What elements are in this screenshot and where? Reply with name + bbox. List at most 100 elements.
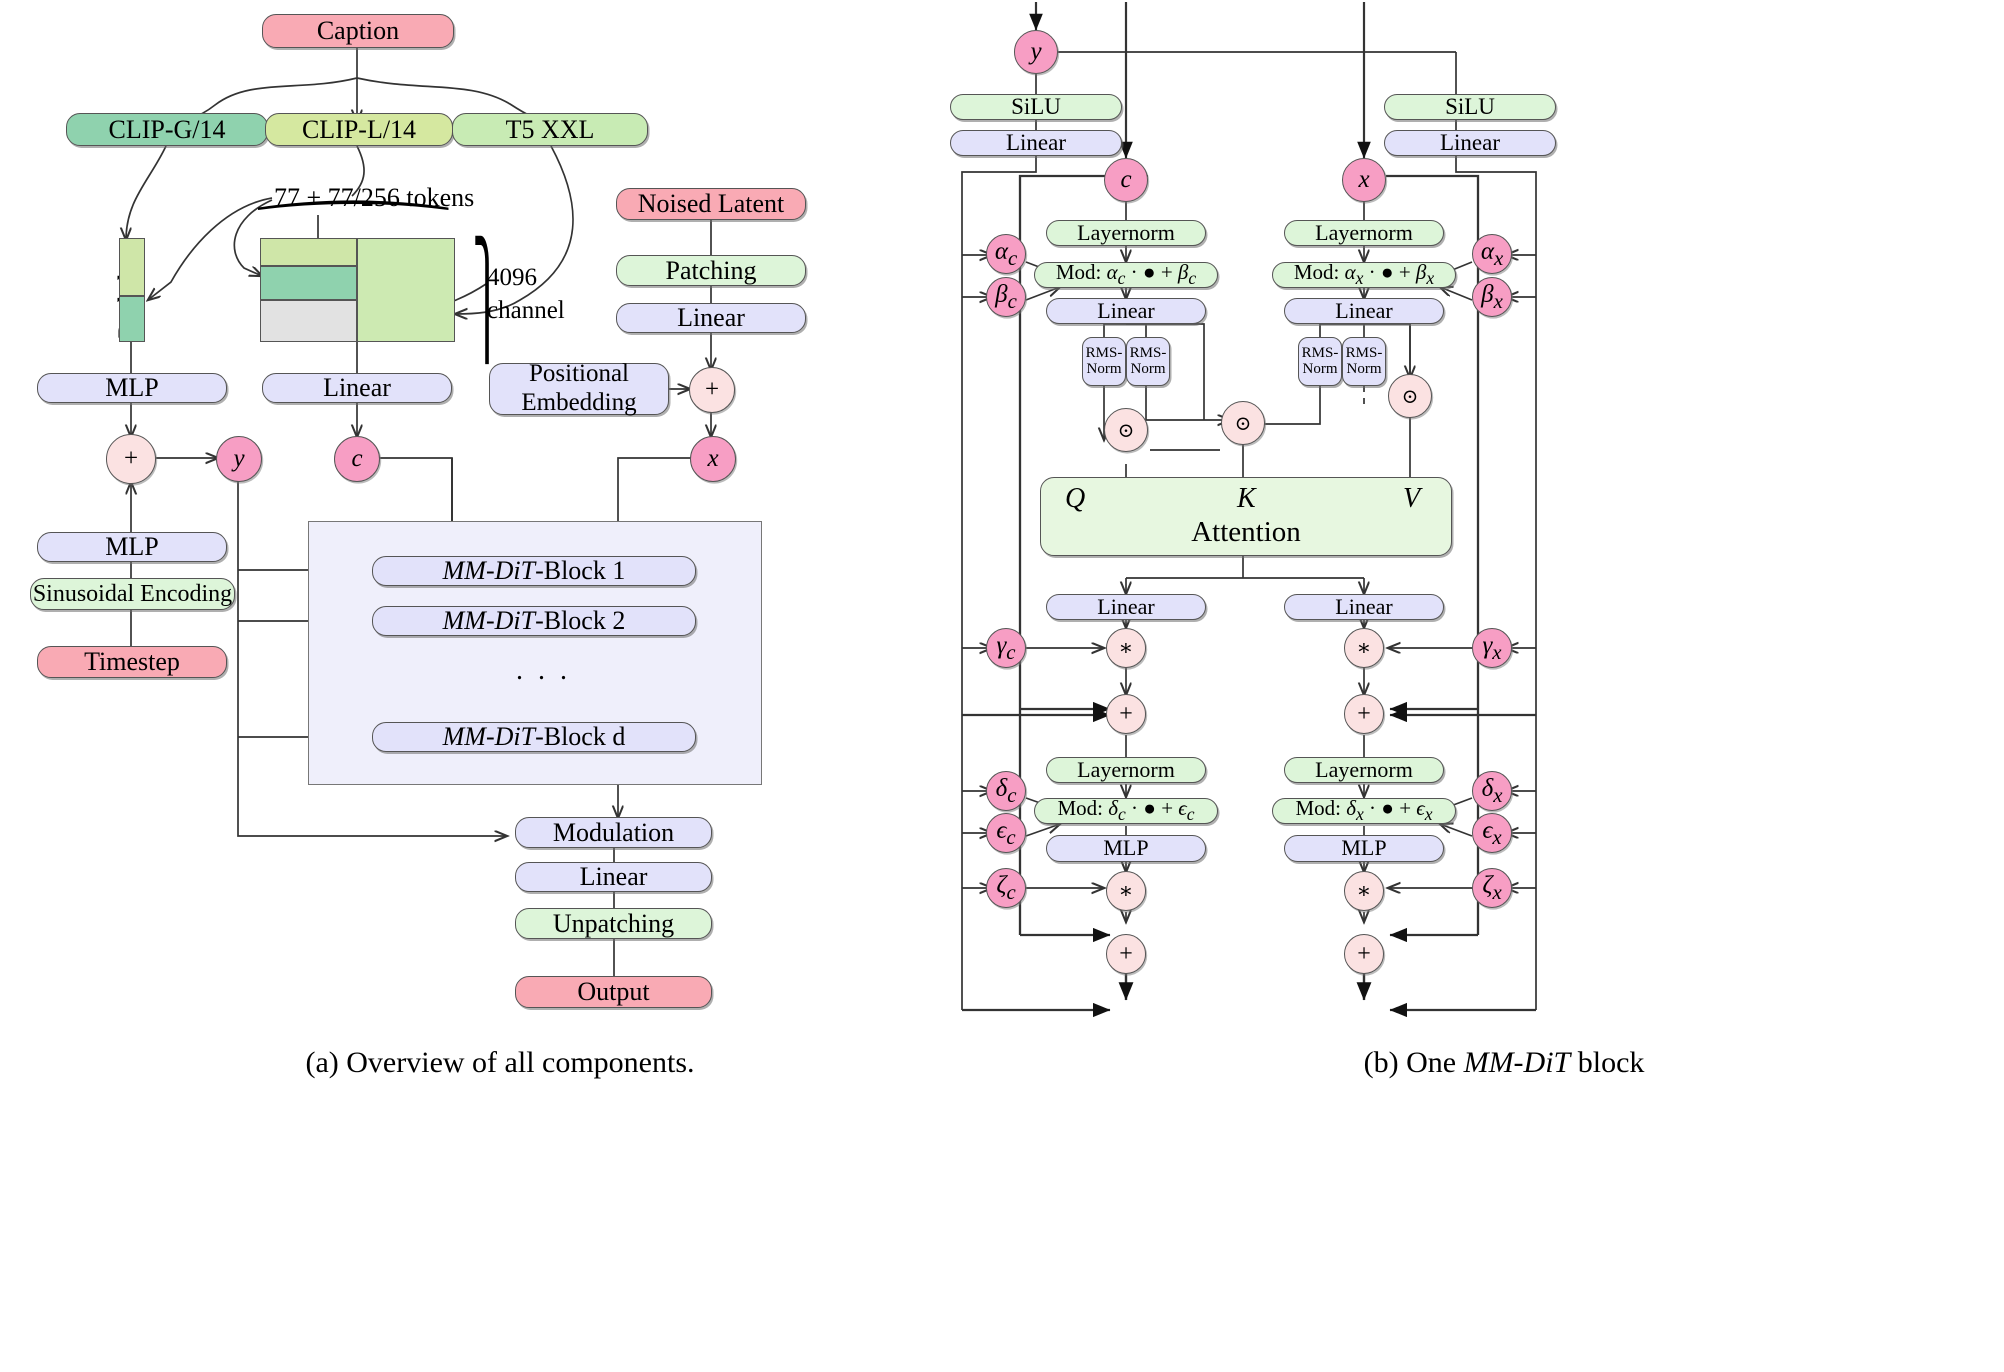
param-alpha-c-label: αc (994, 237, 1018, 270)
token-matrix-pad (260, 300, 357, 342)
param-gamma-c: γc (986, 628, 1026, 668)
param-alpha-x: αx (1472, 234, 1512, 274)
attention-v-label: V (1403, 483, 1421, 514)
param-zeta-c: ζc (986, 868, 1026, 908)
mod-1-right: Mod: αx · ● + βx (1272, 260, 1456, 289)
pooled-matrix-top (119, 238, 145, 296)
param-beta-c: βc (986, 277, 1026, 317)
rmsnorm-left-q: RMS- Norm (1082, 337, 1126, 386)
positional-embedding: Positional Embedding (489, 360, 669, 416)
mod-2-left-label: Mod: δc · ● + ϵc (1057, 796, 1195, 825)
param-alpha-c: αc (986, 234, 1026, 274)
y-node: y (216, 436, 262, 482)
mul-left-2: ∗ (1106, 871, 1146, 911)
silu-left: SiLU (950, 94, 1122, 120)
timestep: Timestep (37, 646, 227, 678)
encoder-clip-l-label: CLIP-L/14 (301, 114, 417, 144)
mlp-timestep: MLP (37, 532, 227, 562)
figure-root: Caption CLIP-G/14 CLIP-L/14 T5 XXL 77 + … (0, 0, 2004, 1372)
mlp-pooled: MLP (37, 373, 227, 403)
param-gamma-x: γx (1472, 628, 1512, 668)
param-zeta-x-label: ζx (1482, 871, 1502, 904)
mod-1-left: Mod: αc · ● + βc (1034, 260, 1218, 289)
layernorm-1-left: Layernorm (1046, 220, 1206, 246)
linear-mod-left: Linear (950, 130, 1122, 156)
block-x-node: x (1342, 158, 1386, 202)
block-c-node: c (1104, 158, 1148, 202)
linear-out: Linear (515, 862, 712, 892)
pooled-matrix-bottom (119, 296, 145, 342)
param-alpha-x-label: αx (1480, 237, 1504, 270)
mod-1-right-label: Mod: αx · ● + βx (1293, 260, 1435, 289)
output: Output (515, 976, 712, 1008)
param-delta-c: δc (986, 771, 1026, 811)
modulation: Modulation (515, 817, 712, 848)
encoder-t5-label: T5 XXL (505, 114, 595, 144)
layernorm-2-left: Layernorm (1046, 757, 1206, 783)
channel-annotation: 4096 channel (487, 264, 565, 324)
linear-latent: Linear (616, 303, 806, 333)
add-right-1: + (1344, 694, 1384, 734)
param-epsilon-c: ϵc (986, 813, 1026, 853)
x-node: x (690, 436, 736, 482)
unpatching: Unpatching (515, 908, 712, 939)
sinusoidal-encoding: Sinusoidal Encoding (30, 578, 235, 610)
encoder-clip-g: CLIP-G/14 (66, 113, 268, 146)
param-zeta-x: ζx (1472, 868, 1512, 908)
param-delta-c-label: δc (995, 774, 1017, 807)
encoder-clip-l: CLIP-L/14 (265, 113, 453, 146)
linear-post-attn-left: Linear (1046, 594, 1206, 620)
add-y-node: + (106, 434, 156, 484)
noised-latent: Noised Latent (616, 188, 806, 220)
caption-a: (a) Overview of all components. (305, 1046, 695, 1079)
silu-right: SiLU (1384, 94, 1556, 120)
rmsnorm-right-q: RMS- Norm (1298, 337, 1342, 386)
add-right-2: + (1344, 934, 1384, 974)
linear-qkv-left: Linear (1046, 298, 1206, 324)
hadamard-middle: ⊙ (1221, 401, 1265, 445)
add-left-2: + (1106, 934, 1146, 974)
mlp-left: MLP (1046, 835, 1206, 862)
token-matrix-t5 (357, 238, 455, 342)
blocks-ellipsis: . . . (516, 655, 571, 686)
layernorm-2-right: Layernorm (1284, 757, 1444, 783)
attention-label: Attention (1191, 516, 1301, 548)
mul-left-1: ∗ (1106, 628, 1146, 668)
param-gamma-c-label: γc (996, 631, 1016, 664)
attention-q-label: Q (1065, 483, 1086, 514)
add-left-1: + (1106, 694, 1146, 734)
mod-2-right-label: Mod: δx · ● + ϵx (1295, 796, 1433, 825)
rmsnorm-right-k: RMS- Norm (1342, 337, 1386, 386)
mul-right-2: ∗ (1344, 871, 1384, 911)
encoder-t5: T5 XXL (452, 113, 648, 146)
caption-box-label: Caption (316, 16, 400, 46)
linear-context: Linear (262, 373, 452, 403)
mul-right-1: ∗ (1344, 628, 1384, 668)
linear-mod-right: Linear (1384, 130, 1556, 156)
param-beta-c-label: βc (995, 280, 1017, 313)
param-epsilon-x: ϵx (1472, 813, 1512, 853)
param-beta-x-label: βx (1481, 280, 1503, 313)
mod-2-right: Mod: δx · ● + ϵx (1272, 796, 1456, 825)
encoder-clip-g-label: CLIP-G/14 (108, 114, 226, 144)
patching: Patching (616, 255, 806, 286)
caption-b: (b) One MM-DiT block (1363, 1046, 1645, 1079)
caption-box: Caption (262, 14, 454, 48)
attention-block: Q K V Attention (1040, 477, 1452, 556)
mlp-right: MLP (1284, 835, 1444, 862)
channel-brace: ⎫ (472, 238, 502, 361)
param-delta-x-label: δx (1481, 774, 1503, 807)
param-delta-x: δx (1472, 771, 1512, 811)
linear-post-attn-right: Linear (1284, 594, 1444, 620)
mmdit-block-d: MM-DiT-Block d (372, 722, 696, 752)
layernorm-1-right: Layernorm (1284, 220, 1444, 246)
attention-k-label: K (1237, 483, 1256, 514)
rmsnorm-left-k: RMS- Norm (1126, 337, 1170, 386)
token-brace: ⏜ (256, 201, 451, 250)
mmdit-block-1: MM-DiT-Block 1 (372, 556, 696, 586)
c-node: c (334, 436, 380, 482)
mod-1-left-label: Mod: αc · ● + βc (1055, 260, 1197, 289)
token-matrix-clipg (260, 266, 357, 300)
mmdit-block-2: MM-DiT-Block 2 (372, 606, 696, 636)
hadamard-left: ⊙ (1104, 408, 1148, 452)
